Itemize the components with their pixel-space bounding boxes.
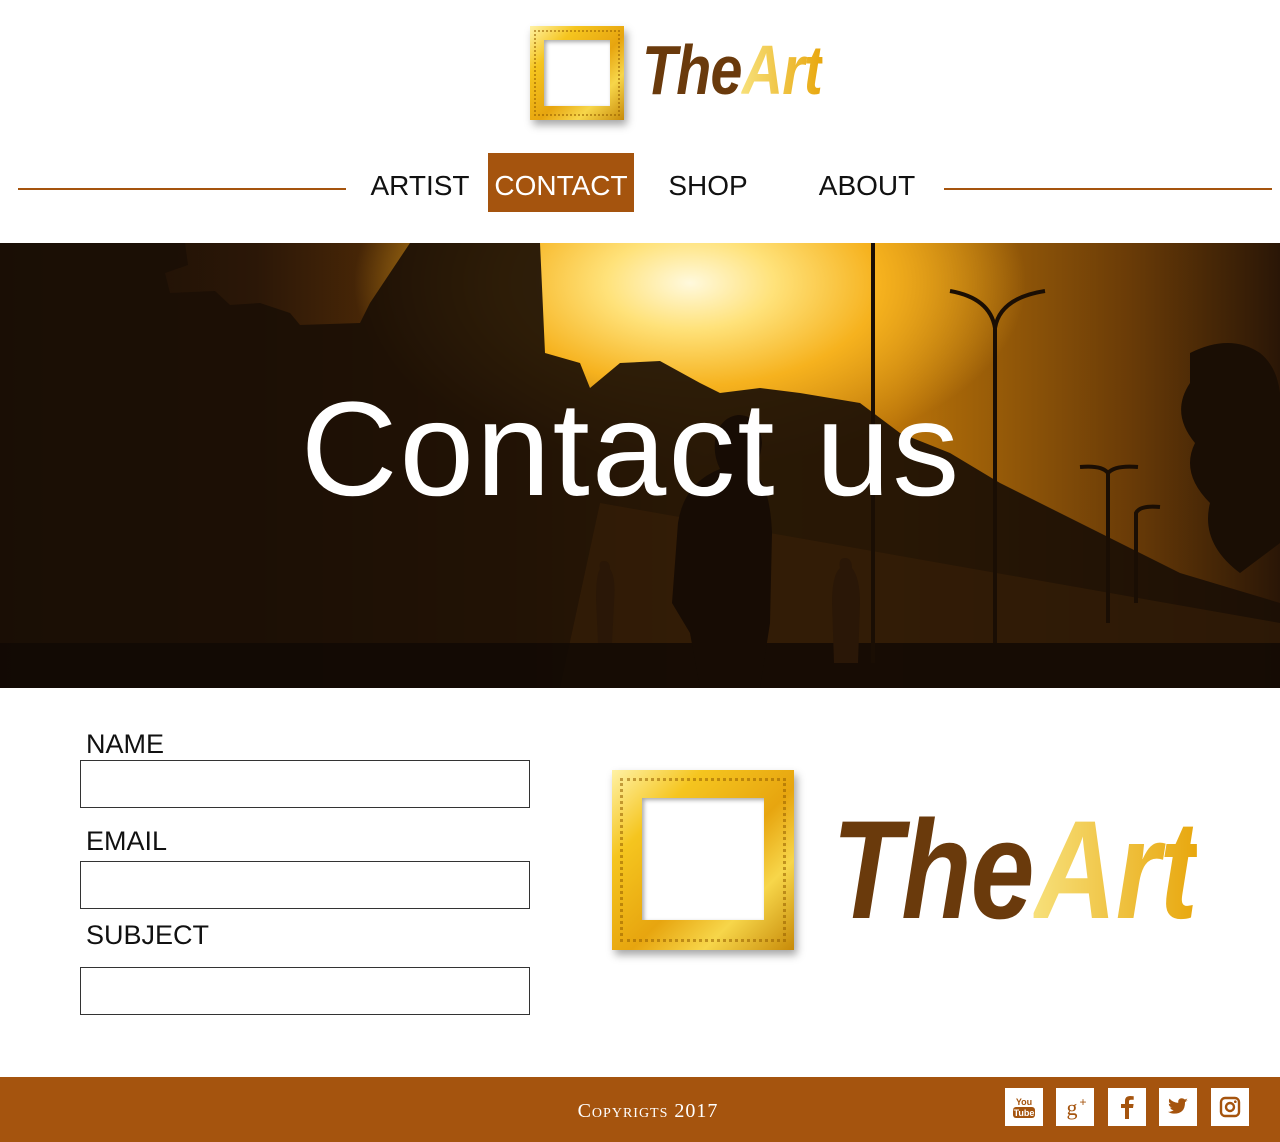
brand-name-large-part2: Art — [1033, 791, 1198, 948]
google-plus-icon[interactable]: g + — [1056, 1088, 1094, 1126]
instagram-icon[interactable] — [1211, 1088, 1249, 1126]
youtube-icon[interactable]: You Tube — [1005, 1088, 1043, 1126]
site-header: TheArt — [0, 0, 1280, 140]
nav-divider-left — [18, 188, 346, 190]
brand-name-part2: Art — [741, 31, 823, 109]
subject-label: SUBJECT — [86, 920, 210, 950]
subject-field[interactable] — [80, 967, 530, 1015]
email-label: EMAIL — [86, 826, 168, 856]
brand-name-large-part1: The — [832, 791, 1034, 948]
email-field[interactable] — [80, 861, 530, 909]
nav-item-contact[interactable]: CONTACT — [488, 153, 634, 212]
brand-wordmark: TheArt — [642, 35, 823, 105]
nav-divider-right — [944, 188, 1272, 190]
facebook-icon[interactable] — [1108, 1088, 1146, 1126]
brand-name-part1: The — [642, 31, 742, 109]
picture-frame-icon — [530, 26, 624, 120]
svg-text:You: You — [1016, 1097, 1032, 1107]
nav-item-about[interactable]: ABOUT — [810, 153, 924, 212]
svg-text:g: g — [1067, 1095, 1078, 1120]
header-logo[interactable]: TheArt — [530, 26, 862, 120]
brand-wordmark-large: TheArt — [832, 800, 1198, 940]
hero-banner: Contact us — [0, 243, 1280, 688]
nav-item-shop[interactable]: SHOP — [660, 153, 756, 212]
svg-text:Tube: Tube — [1014, 1108, 1035, 1118]
svg-text:+: + — [1079, 1095, 1086, 1109]
hero-title: Contact us — [300, 375, 962, 524]
nav-item-artist[interactable]: ARTIST — [364, 153, 476, 212]
name-field[interactable] — [80, 760, 530, 808]
site-footer: Copyrigts 2017 You Tube g + — [0, 1077, 1280, 1142]
picture-frame-logo-icon — [612, 770, 794, 950]
twitter-icon[interactable] — [1159, 1088, 1197, 1126]
name-label: NAME — [86, 729, 165, 759]
